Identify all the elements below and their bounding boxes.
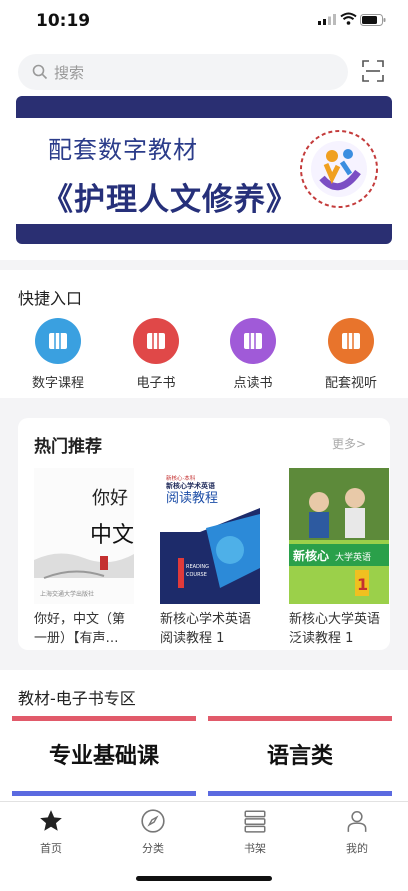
- book-cover-1[interactable]: 你好 中文 上海交通大学出版社: [34, 468, 134, 604]
- book-title-line1: 新核心大学英语: [289, 612, 381, 627]
- svg-text:新核心·本科: 新核心·本科: [166, 474, 196, 482]
- quick-icon-circle: [35, 318, 81, 364]
- quick-digital-course[interactable]: 数字课程: [18, 318, 98, 391]
- cover-art: 新核心·本科 新核心学术英语 阅读教程 READING COURSE: [160, 468, 260, 604]
- cover-series: 新核心学术英语: [166, 481, 215, 490]
- tab-label: 分类: [142, 842, 164, 855]
- book-title-line1: 新核心学术英语: [160, 612, 252, 627]
- quick-label: 点读书: [233, 376, 273, 391]
- book-title-line2: 泛读教程 1: [289, 631, 354, 646]
- status-bar: 10:19: [0, 0, 408, 44]
- tab-home[interactable]: 首页: [16, 808, 86, 856]
- book-icon: [147, 333, 165, 349]
- svg-text:中文: 中文: [90, 523, 134, 548]
- book-title-3[interactable]: 新核心大学英语 泛读教程 1: [289, 610, 393, 648]
- book-title-line1: 你好，中文（第: [34, 612, 126, 627]
- category-bottom-bar: [208, 791, 392, 796]
- signal-icon: [318, 14, 336, 25]
- ebook-zone-title: 教材-电子书专区: [18, 689, 136, 708]
- book-cover-2[interactable]: 新核心·本科 新核心学术英语 阅读教程 READING COURSE: [160, 468, 260, 604]
- quick-entry-title: 快捷入口: [18, 289, 83, 308]
- quick-label: 数字课程: [31, 376, 84, 391]
- quick-icon-circle: [328, 318, 374, 364]
- status-time: 10:19: [36, 11, 91, 31]
- quick-label: 配套视听: [324, 376, 377, 391]
- category-label: 专业基础课: [48, 744, 159, 769]
- category-professional-basics[interactable]: 专业基础课: [12, 716, 196, 796]
- quick-ebook[interactable]: 电子书: [116, 318, 196, 391]
- tab-bookshelf[interactable]: 书架: [220, 808, 290, 856]
- book-title-line2: 阅读教程 1: [160, 631, 225, 646]
- hot-title: 热门推荐: [34, 437, 102, 457]
- home-indicator: [136, 876, 272, 881]
- banner-logo: [300, 130, 378, 208]
- quick-icon-circle: [230, 318, 276, 364]
- book-icon: [49, 333, 67, 349]
- banner-line1: 配套数字教材: [48, 136, 198, 164]
- cover-art: 新核心 大学英语 1: [289, 468, 389, 604]
- quick-reading-book[interactable]: 点读书: [213, 318, 293, 391]
- star-icon: [40, 810, 62, 831]
- battery-icon: [360, 14, 386, 26]
- svg-text:大学英语: 大学英语: [335, 551, 371, 563]
- wifi-icon: [340, 12, 357, 25]
- search-icon: [32, 64, 48, 80]
- cover-art: 你好 中文 上海交通大学出版社: [34, 468, 134, 604]
- svg-text:新核心: 新核心: [293, 548, 329, 563]
- book-title-line2: 一册）【有声…: [34, 631, 119, 646]
- bookshelf-icon: [244, 810, 266, 833]
- user-icon: [347, 811, 367, 832]
- banner-top-strip: [16, 96, 392, 118]
- quick-icon-circle: [133, 318, 179, 364]
- banner-bottom-strip: [16, 224, 392, 244]
- search-placeholder: 搜索: [54, 64, 85, 82]
- svg-text:COURSE: COURSE: [186, 572, 207, 578]
- category-bottom-bar: [12, 791, 196, 796]
- book-title-1[interactable]: 你好，中文（第 一册）【有声…: [34, 610, 138, 648]
- book-title-2[interactable]: 新核心学术英语 阅读教程 1: [160, 610, 264, 648]
- tab-profile[interactable]: 我的: [322, 808, 392, 856]
- tab-category[interactable]: 分类: [118, 808, 188, 856]
- compass-icon: [141, 809, 165, 833]
- svg-text:上海交通大学出版社: 上海交通大学出版社: [40, 590, 94, 598]
- tab-label: 我的: [346, 842, 368, 855]
- book-cover-3[interactable]: 新核心 大学英语 1: [289, 468, 389, 604]
- promo-banner[interactable]: 配套数字教材 《护理人文修养》: [16, 96, 392, 244]
- more-link[interactable]: 更多>: [332, 435, 366, 452]
- category-label: 语言类: [266, 744, 333, 769]
- tab-label: 书架: [244, 842, 266, 855]
- quick-media[interactable]: 配套视听: [311, 318, 391, 391]
- book-icon: [342, 333, 360, 349]
- svg-text:你好: 你好: [92, 488, 128, 509]
- category-languages[interactable]: 语言类: [208, 716, 392, 796]
- book-icon: [244, 333, 262, 349]
- category-top-bar: [12, 716, 196, 721]
- category-top-bar: [208, 716, 392, 721]
- scan-icon[interactable]: [362, 60, 384, 82]
- cover-title: 阅读教程: [166, 490, 218, 506]
- svg-text:1: 1: [357, 575, 368, 594]
- banner-line2: 《护理人文修养》: [42, 182, 298, 218]
- quick-label: 电子书: [136, 376, 176, 391]
- tab-label: 首页: [40, 842, 62, 855]
- svg-text:READING: READING: [186, 564, 209, 570]
